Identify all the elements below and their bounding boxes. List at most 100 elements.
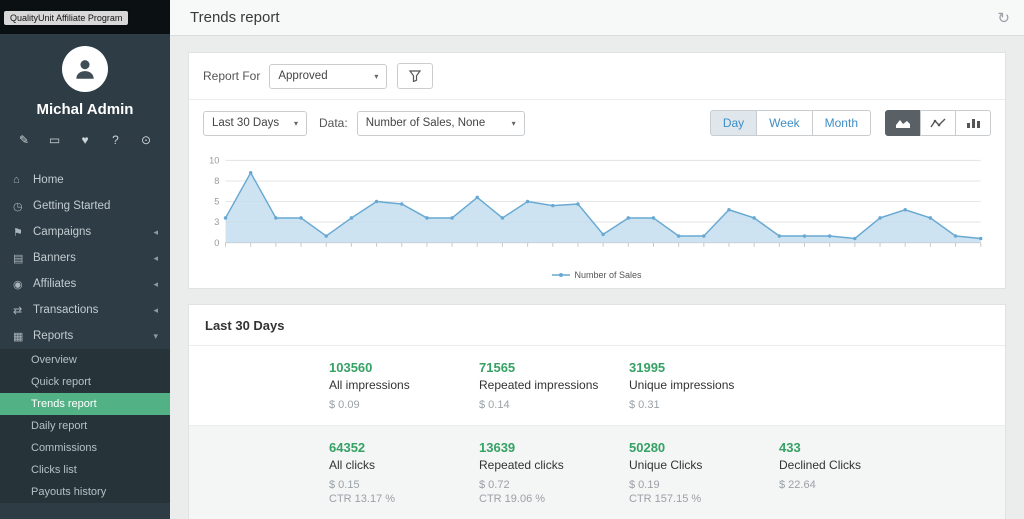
data-series-value: Number of Sales, None <box>366 117 486 129</box>
stat-value: 31995 <box>629 360 779 375</box>
sidebar-item-getting-started[interactable]: ◷ Getting Started <box>0 193 170 219</box>
sidebar-item-payouts-history[interactable]: Payouts history <box>0 481 170 503</box>
chart-legend: Number of Sales <box>189 270 1005 288</box>
period-button-group: Day Week Month <box>710 110 871 136</box>
stats-title: Last 30 Days <box>189 305 1005 345</box>
main-content: Report For Approved ▾ Last 30 Days ▾ Dat… <box>170 37 1024 519</box>
stat-cell-unique-impressions: 31995 Unique impressions $ 0.31 <box>629 360 779 411</box>
sidebar-item-overview[interactable]: Overview <box>0 349 170 371</box>
line-chart-icon <box>930 117 946 129</box>
chevron-left-icon: ◂ <box>153 279 158 290</box>
stat-value: 64352 <box>329 440 479 455</box>
stat-label: Unique Clicks <box>629 458 779 472</box>
period-month-button[interactable]: Month <box>812 110 871 136</box>
sidebar-item-quick-report[interactable]: Quick report <box>0 371 170 393</box>
sidebar-item-reports[interactable]: ▦ Reports ▾ <box>0 323 170 349</box>
sidebar-item-label: Transactions <box>33 304 153 316</box>
svg-text:5: 5 <box>214 197 219 207</box>
banners-icon: ▤ <box>13 252 33 265</box>
reports-submenu: Overview Quick report Trends report Dail… <box>0 349 170 503</box>
stat-label: Repeated clicks <box>479 458 629 472</box>
page-title: Trends report <box>190 9 279 26</box>
report-for-select[interactable]: Approved ▾ <box>269 64 387 89</box>
caret-down-icon: ▾ <box>294 119 298 128</box>
sidebar-item-home[interactable]: ⌂ Home <box>0 167 170 193</box>
sidebar-item-daily-report[interactable]: Daily report <box>0 415 170 437</box>
stat-ctr: CTR 19.06 % <box>479 493 629 505</box>
date-range-value: Last 30 Days <box>212 117 279 129</box>
svg-text:8: 8 <box>214 176 219 186</box>
period-week-button[interactable]: Week <box>756 110 812 136</box>
stat-value: 50280 <box>629 440 779 455</box>
stat-sub: $ 0.72 <box>479 479 629 491</box>
stat-sub: $ 22.64 <box>779 479 929 491</box>
sidebar-item-trends-report[interactable]: Trends report <box>0 393 170 415</box>
stats-card: Last 30 Days 103560 All impressions $ 0.… <box>188 304 1006 519</box>
stat-cell-all-impressions: 103560 All impressions $ 0.09 <box>329 360 479 411</box>
sidebar-item-label: Campaigns <box>33 226 153 238</box>
person-icon <box>72 56 98 82</box>
trend-chart-plot[interactable]: 035810 <box>199 152 995 270</box>
bar-chart-icon <box>965 117 981 129</box>
line-chart-button[interactable] <box>920 110 956 136</box>
sidebar-item-commissions[interactable]: Commissions <box>0 437 170 459</box>
edit-icon[interactable]: ✎ <box>16 133 32 147</box>
power-icon[interactable]: ⊙ <box>138 133 154 147</box>
filter-button[interactable] <box>397 63 433 89</box>
stat-sub: $ 0.14 <box>479 399 629 411</box>
period-day-button[interactable]: Day <box>710 110 757 136</box>
sidebar-item-campaigns[interactable]: ⚑ Campaigns ◂ <box>0 219 170 245</box>
stat-sub: $ 0.31 <box>629 399 779 411</box>
reports-icon: ▦ <box>13 330 33 343</box>
monitor-icon[interactable]: ▭ <box>47 133 63 147</box>
sidebar-item-transactions[interactable]: ⇄ Transactions ◂ <box>0 297 170 323</box>
chart-type-button-group <box>885 110 991 136</box>
date-range-select[interactable]: Last 30 Days ▾ <box>203 111 307 136</box>
stat-value: 103560 <box>329 360 479 375</box>
user-name: Michal Admin <box>0 101 170 118</box>
sidebar: QualityUnit Affiliate Program Michal Adm… <box>0 0 170 519</box>
avatar[interactable] <box>62 46 108 92</box>
stat-cell-declined-clicks: 433 Declined Clicks $ 22.64 <box>779 440 929 505</box>
sidebar-item-banners[interactable]: ▤ Banners ◂ <box>0 245 170 271</box>
stat-value: 71565 <box>479 360 629 375</box>
stat-label: All impressions <box>329 378 479 392</box>
sidebar-item-label: Banners <box>33 252 153 264</box>
heart-icon[interactable]: ♥ <box>77 133 93 147</box>
report-for-row: Report For Approved ▾ <box>189 53 1005 100</box>
stat-value: 13639 <box>479 440 629 455</box>
sidebar-item-affiliates[interactable]: ◉ Affiliates ◂ <box>0 271 170 297</box>
stat-ctr: CTR 13.17 % <box>329 493 479 505</box>
bar-chart-button[interactable] <box>955 110 991 136</box>
sidebar-item-clicks-list[interactable]: Clicks list <box>0 459 170 481</box>
svg-text:0: 0 <box>214 238 219 248</box>
svg-text:10: 10 <box>209 155 219 165</box>
sidebar-item-label: Affiliates <box>33 278 153 290</box>
refresh-icon[interactable]: ↻ <box>997 9 1010 27</box>
chevron-left-icon: ◂ <box>153 305 158 316</box>
legend-label: Number of Sales <box>574 270 641 280</box>
trend-chart: 035810 <box>189 146 1005 270</box>
area-chart-button[interactable] <box>885 110 921 136</box>
sidebar-menu: ⌂ Home ◷ Getting Started ⚑ Campaigns ◂ ▤… <box>0 167 170 503</box>
caret-down-icon: ▾ <box>374 72 378 81</box>
stat-value: 433 <box>779 440 929 455</box>
chevron-left-icon: ◂ <box>153 253 158 264</box>
caret-down-icon: ▾ <box>512 119 516 128</box>
stats-row-clicks: 64352 All clicks $ 0.15 CTR 13.17 % 1363… <box>189 425 1005 519</box>
clock-icon: ◷ <box>13 200 33 213</box>
sidebar-top: QualityUnit Affiliate Program <box>0 0 170 34</box>
user-tools: ✎ ▭ ♥ ? ⊙ <box>0 118 170 147</box>
sidebar-item-label: Getting Started <box>33 200 158 212</box>
top-bar: Trends report ↻ <box>170 0 1024 36</box>
data-label: Data: <box>319 116 348 130</box>
data-series-select[interactable]: Number of Sales, None ▾ <box>357 111 525 136</box>
sidebar-item-label: Reports <box>33 330 153 342</box>
help-icon[interactable]: ? <box>108 133 124 147</box>
stat-sub: $ 0.09 <box>329 399 479 411</box>
stat-cell-repeated-impressions: 71565 Repeated impressions $ 0.14 <box>479 360 629 411</box>
chevron-left-icon: ◂ <box>153 227 158 238</box>
user-profile: Michal Admin ✎ ▭ ♥ ? ⊙ <box>0 34 170 147</box>
stat-sub: $ 0.19 <box>629 479 779 491</box>
transactions-icon: ⇄ <box>13 304 33 317</box>
